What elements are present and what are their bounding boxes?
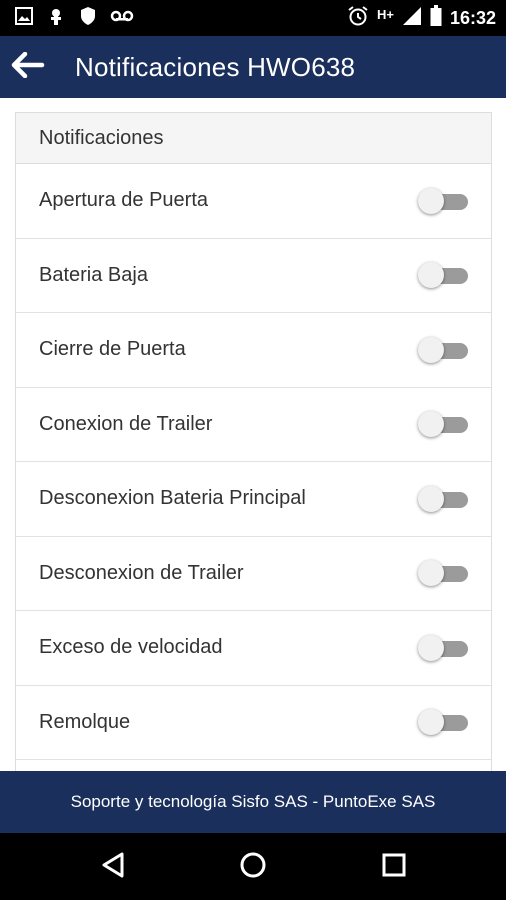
status-bar: H+ 16:32 bbox=[0, 0, 506, 36]
home-circle-icon bbox=[239, 851, 267, 884]
list-item: Remolque bbox=[16, 686, 491, 760]
nav-back-button[interactable] bbox=[95, 849, 131, 885]
list-item: Desconexion Bateria Principal bbox=[16, 462, 491, 537]
list-item: Bateria Baja bbox=[16, 239, 491, 313]
list-item: Desconexion de Trailer bbox=[16, 537, 491, 611]
footer-text: Soporte y tecnología Sisfo SAS - PuntoEx… bbox=[70, 792, 436, 811]
list-item-label: Conexion de Trailer bbox=[39, 412, 213, 435]
list-item-label: Cierre de Puerta bbox=[39, 338, 186, 361]
notification-toggle[interactable] bbox=[416, 187, 472, 215]
notification-toggle[interactable] bbox=[416, 559, 472, 587]
list-item-label: Remolque bbox=[39, 710, 131, 733]
notification-toggle[interactable] bbox=[416, 485, 472, 513]
list-item: Apertura de Puerta bbox=[16, 164, 491, 239]
list-item-label: Exceso de velocidad bbox=[39, 636, 223, 659]
nav-home-button[interactable] bbox=[235, 849, 271, 885]
notifications-card: Notificaciones Apertura de Puerta Bateri… bbox=[15, 112, 492, 771]
app-bar: Notificaciones HWO638 bbox=[0, 36, 506, 98]
list-item-label: Desconexion Bateria Principal bbox=[39, 487, 306, 510]
notification-toggle[interactable] bbox=[416, 336, 472, 364]
battery-icon bbox=[430, 4, 442, 32]
image-icon bbox=[14, 6, 34, 31]
alarm-icon bbox=[347, 5, 369, 32]
voicemail-icon bbox=[110, 6, 134, 31]
notification-toggle[interactable] bbox=[416, 261, 472, 289]
back-triangle-icon bbox=[100, 851, 126, 884]
list-item-label: Bateria Baja bbox=[39, 263, 148, 286]
list-item-label: Apertura de Puerta bbox=[39, 189, 208, 212]
shield-icon bbox=[78, 6, 98, 31]
status-notification-icons bbox=[14, 6, 134, 31]
notification-toggle[interactable] bbox=[416, 634, 472, 662]
status-time: 16:32 bbox=[449, 7, 496, 28]
status-system-icons: H+ 16:32 bbox=[347, 4, 496, 32]
footer-banner: Soporte y tecnología Sisfo SAS - PuntoEx… bbox=[0, 771, 506, 833]
navigation-bar bbox=[0, 833, 506, 900]
list-item: Exceso de velocidad bbox=[16, 611, 491, 686]
notification-toggle[interactable] bbox=[416, 708, 472, 736]
card-header: Notificaciones bbox=[16, 113, 491, 164]
list-item: Conexion de Trailer bbox=[16, 388, 491, 462]
page-title: Notificaciones HWO638 bbox=[75, 52, 356, 82]
android-icon bbox=[46, 6, 66, 31]
signal-icon bbox=[402, 6, 422, 31]
arrow-left-icon bbox=[11, 51, 45, 83]
network-type: H+ bbox=[376, 6, 394, 22]
recents-square-icon bbox=[381, 852, 407, 883]
list-item: Cierre de Puerta bbox=[16, 313, 491, 388]
nav-recents-button[interactable] bbox=[376, 849, 412, 885]
notification-toggle[interactable] bbox=[416, 410, 472, 438]
main-content[interactable]: Notificaciones Apertura de Puerta Bateri… bbox=[0, 98, 506, 771]
list-item-label: Desconexion de Trailer bbox=[39, 561, 244, 584]
back-button[interactable] bbox=[8, 49, 48, 85]
